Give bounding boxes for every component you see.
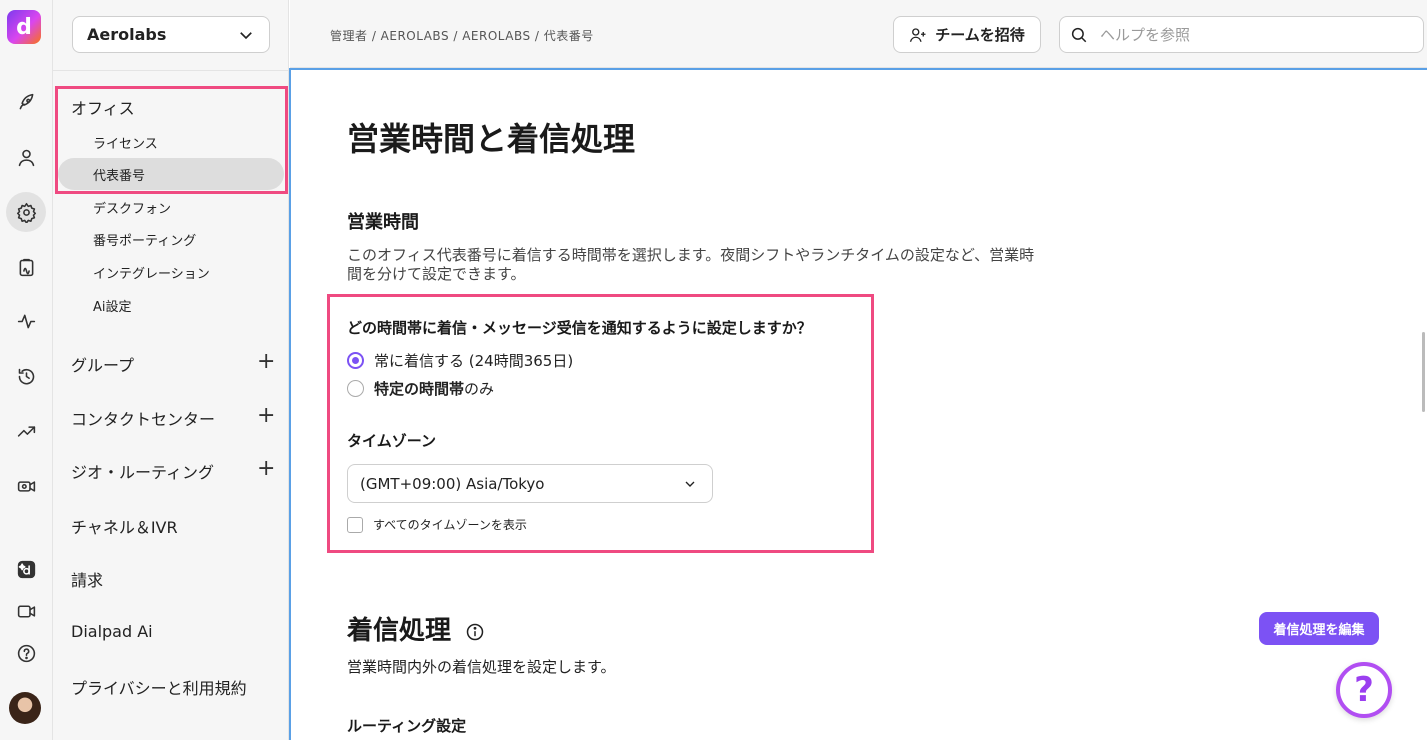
settings-sidebar: Aerolabs オフィス ライセンス 代表番号 デスクフォン 番号ポーティング… (53, 0, 289, 740)
checkbox[interactable] (347, 516, 363, 533)
info-icon[interactable] (465, 622, 485, 642)
history-icon[interactable] (6, 356, 46, 396)
add-group-button[interactable]: + (257, 351, 275, 373)
sidebar-item-deskphone[interactable]: デスクフォン (93, 198, 171, 217)
sidebar-item-channels-ivr[interactable]: チャネル＆IVR (71, 514, 178, 538)
camera-gear-icon[interactable] (6, 466, 46, 506)
routing-settings-title: ルーティング設定 (347, 717, 467, 735)
dialpad-logo-icon[interactable]: d (7, 10, 41, 44)
sidebar-item-groups[interactable]: グループ (71, 352, 134, 376)
timezone-label: タイムゾーン (347, 432, 436, 450)
add-geo-routing-button[interactable]: + (257, 458, 275, 480)
divider (53, 70, 289, 71)
sidebar-item-dialpad-ai[interactable]: Dialpad Ai (71, 622, 153, 641)
main-content: 営業時間と着信処理 営業時間 このオフィス代表番号に着信する時間帯を選択します。… (289, 68, 1427, 740)
edit-call-handling-button[interactable]: 着信処理を編集 (1259, 612, 1379, 645)
page-title: 営業時間と着信処理 (347, 120, 636, 158)
sidebar-item-ai-settings[interactable]: Ai設定 (93, 296, 132, 315)
video-icon[interactable] (6, 591, 46, 631)
radio-specific-hours[interactable]: 特定の時間帯のみ (347, 378, 494, 399)
app-rail: d (0, 0, 53, 740)
help-circle-icon[interactable] (6, 633, 46, 673)
scrollbar[interactable] (1422, 332, 1425, 412)
dialpad-ai-icon[interactable] (6, 549, 46, 589)
call-handling-description: 営業時間内外の着信処理を設定します。 (347, 658, 616, 676)
sidebar-item-billing[interactable]: 請求 (71, 567, 103, 591)
user-icon[interactable] (6, 137, 46, 177)
timezone-select[interactable]: (GMT+09:00) Asia/Tokyo (347, 464, 713, 503)
chevron-down-icon (240, 31, 252, 39)
trend-icon[interactable] (6, 411, 46, 451)
sidebar-item-privacy[interactable]: プライバシーと利用規約 (71, 675, 247, 699)
chevron-down-icon (685, 481, 695, 487)
business-hours-title: 営業時間 (347, 212, 419, 233)
sidebar-item-main-number[interactable]: 代表番号 (58, 158, 284, 190)
add-user-icon (910, 27, 926, 42)
radio-button[interactable] (347, 352, 364, 369)
clipboard-icon[interactable] (6, 247, 46, 287)
gear-icon[interactable] (6, 192, 46, 232)
avatar[interactable] (9, 692, 41, 724)
search-input[interactable] (1100, 25, 1400, 44)
radio-always[interactable]: 常に着信する (24時間365日) (347, 350, 573, 371)
breadcrumb: 管理者 / AEROLABS / AEROLABS / 代表番号 (330, 29, 594, 43)
sidebar-item-number-porting[interactable]: 番号ポーティング (93, 230, 196, 249)
search-icon (1071, 27, 1087, 42)
org-select[interactable]: Aerolabs (72, 16, 270, 53)
notify-question: どの時間帯に着信・メッセージ受信を通知するように設定しますか？ (347, 319, 812, 337)
radio-button[interactable] (347, 380, 364, 397)
rocket-icon[interactable] (6, 82, 46, 122)
show-all-timezones[interactable]: すべてのタイムゾーンを表示 (347, 516, 527, 533)
sidebar-item-office[interactable]: オフィス (71, 95, 135, 119)
call-handling-title: 着信処理 (347, 610, 485, 647)
help-search[interactable] (1059, 16, 1424, 53)
invite-team-button[interactable]: チームを招待 (893, 16, 1041, 53)
top-bar: 管理者 / AEROLABS / AEROLABS / 代表番号 チームを招待 (290, 0, 1427, 68)
sidebar-item-contact-center[interactable]: コンタクトセンター (71, 406, 215, 430)
sidebar-item-integration[interactable]: インテグレーション (93, 263, 210, 282)
add-contact-center-button[interactable]: + (257, 405, 275, 427)
sidebar-item-geo-routing[interactable]: ジオ・ルーティング (71, 459, 214, 483)
help-fab-button[interactable]: ? (1336, 662, 1392, 718)
business-hours-description: このオフィス代表番号に着信する時間帯を選択します。夜間シフトやランチタイムの設定… (347, 246, 1035, 283)
sidebar-item-license[interactable]: ライセンス (93, 133, 158, 152)
activity-icon[interactable] (6, 301, 46, 341)
